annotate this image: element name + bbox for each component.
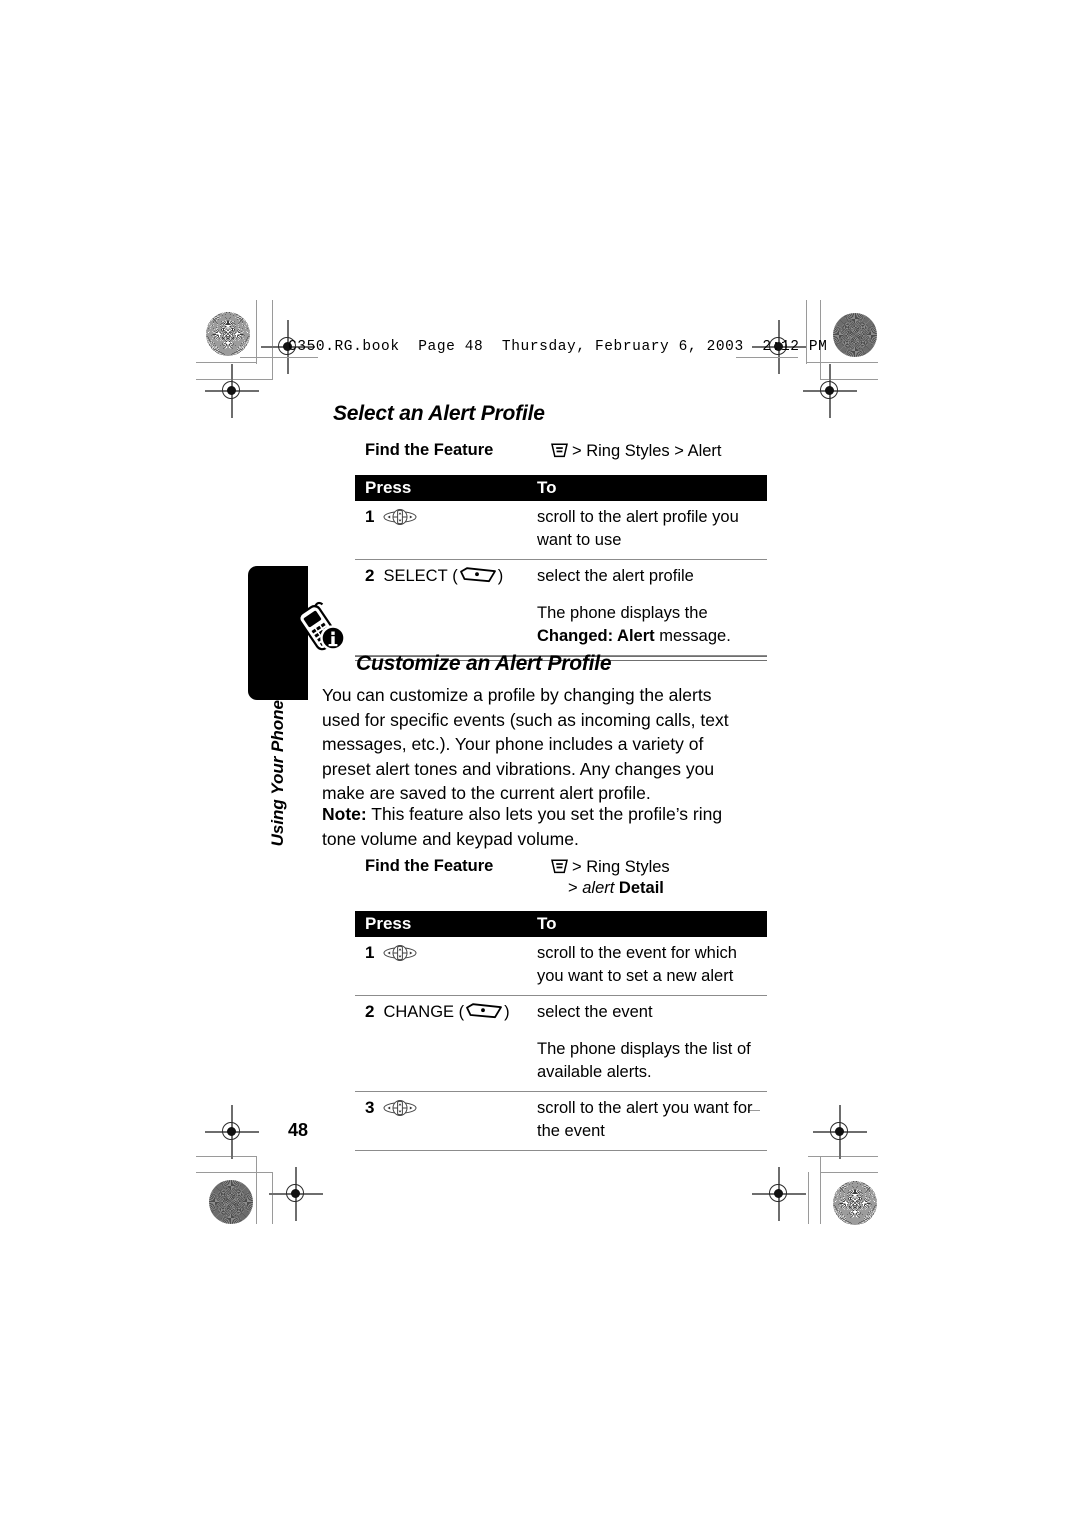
chapter-label: Using Your Phone: [246, 700, 310, 880]
soft-key-label: CHANGE (): [383, 1002, 510, 1021]
to-text-secondary: The phone displays the list of available…: [537, 1040, 751, 1081]
step-number: 2: [365, 566, 375, 585]
table-row: 2 SELECT () select the alert profile The…: [355, 560, 767, 656]
step-number: 1: [365, 507, 375, 526]
column-header-press-2: Press: [365, 914, 412, 933]
find-the-feature-label-1: Find the Feature: [365, 441, 494, 459]
to-text: select the alert profile: [537, 567, 694, 585]
table-row: 3 scroll to the alert you want for the e…: [355, 1092, 767, 1151]
menu-path-line-2: > alert Detail: [550, 878, 670, 899]
step-number: 3: [365, 1098, 375, 1117]
press-cell: 1: [355, 501, 527, 559]
page-canvas: C350.RG.book Page 48 Thursday, February …: [0, 0, 1080, 1528]
procedure-table-1: Press To 1 scroll to the alert profile y…: [355, 475, 767, 661]
to-text: scroll to the alert you want for the eve…: [537, 1099, 753, 1140]
menu-path-line-1: > Ring Styles: [550, 857, 670, 878]
menu-path-text-2b: Detail: [614, 879, 664, 897]
find-the-feature-label-2: Find the Feature: [365, 857, 494, 875]
phone-info-icon: [293, 600, 351, 656]
press-cell: 2 CHANGE (): [355, 996, 527, 1091]
note-text: Note: This feature also lets you set the…: [322, 802, 754, 851]
press-cell: 3: [355, 1092, 527, 1150]
table-header-row-2: Press To: [355, 911, 767, 937]
procedure-table-2: Press To 1 scroll to the event for which…: [355, 911, 767, 1151]
column-header-to-1: To: [537, 478, 557, 497]
to-text-post: message.: [654, 627, 731, 645]
menu-icon: [550, 443, 569, 458]
column-header-press-1: Press: [365, 478, 412, 497]
to-text: select the event: [537, 1003, 653, 1021]
to-cell: scroll to the event for which you want t…: [527, 937, 767, 995]
chapter-label-text: Using Your Phone: [268, 700, 287, 847]
to-cell: select the alert profile The phone displ…: [527, 560, 767, 655]
page-title-select-alert-profile: Select an Alert Profile: [333, 402, 545, 425]
soft-key-name: SELECT: [383, 567, 448, 585]
body-paragraph-customize: You can customize a profile by changing …: [322, 683, 754, 806]
nav-rocker-key-icon: [383, 942, 417, 964]
table-row: 1 scroll to the alert profile you want t…: [355, 501, 767, 560]
note-body: This feature also lets you set the profi…: [322, 804, 723, 849]
menu-path-text-2a: > Ring Styles: [572, 858, 670, 876]
note-label: Note:: [322, 804, 367, 824]
menu-path-gt: >: [568, 879, 583, 897]
to-cell: scroll to the alert you want for the eve…: [527, 1092, 767, 1150]
to-text: scroll to the alert profile you want to …: [537, 508, 739, 549]
step-number: 2: [365, 1002, 375, 1021]
menu-icon: [550, 859, 569, 874]
table-row: 1 scroll to the event for which you want…: [355, 937, 767, 996]
table-header-row-1: Press To: [355, 475, 767, 501]
column-header-to-2: To: [537, 914, 557, 933]
to-cell: scroll to the alert profile you want to …: [527, 501, 767, 559]
soft-key-label: SELECT (): [383, 566, 504, 585]
to-cell: select the event The phone displays the …: [527, 996, 767, 1091]
nav-rocker-key-icon: [383, 506, 417, 528]
table-row: 2 CHANGE () select the event The phone d…: [355, 996, 767, 1092]
body-text: You can customize a profile by changing …: [322, 685, 729, 803]
to-text: scroll to the event for which you want t…: [537, 944, 737, 985]
page-title-customize-alert-profile: Customize an Alert Profile: [356, 652, 612, 675]
step-number: 1: [365, 943, 375, 962]
to-text-pre: The phone displays the: [537, 604, 708, 622]
menu-path-1: > Ring Styles > Alert: [550, 441, 722, 462]
running-header: C350.RG.book Page 48 Thursday, February …: [288, 339, 828, 355]
display-message: Changed: Alert: [537, 627, 655, 645]
soft-key-name: CHANGE: [383, 1003, 455, 1021]
soft-key-icon: [464, 1002, 504, 1020]
soft-key-icon: [458, 566, 498, 584]
menu-path-line-1: > Ring Styles > Alert: [550, 441, 722, 462]
menu-path-2: > Ring Styles > alert Detail: [550, 857, 670, 899]
press-cell: 2 SELECT (): [355, 560, 527, 655]
menu-path-text-1: > Ring Styles > Alert: [572, 442, 722, 460]
nav-rocker-key-icon: [383, 1097, 417, 1119]
to-text-secondary: The phone displays the Changed: Alert me…: [537, 602, 763, 648]
menu-path-variable: alert: [582, 879, 615, 897]
press-cell: 1: [355, 937, 527, 995]
note-paragraph: Note: This feature also lets you set the…: [322, 802, 754, 851]
page-number: 48: [288, 1120, 309, 1140]
